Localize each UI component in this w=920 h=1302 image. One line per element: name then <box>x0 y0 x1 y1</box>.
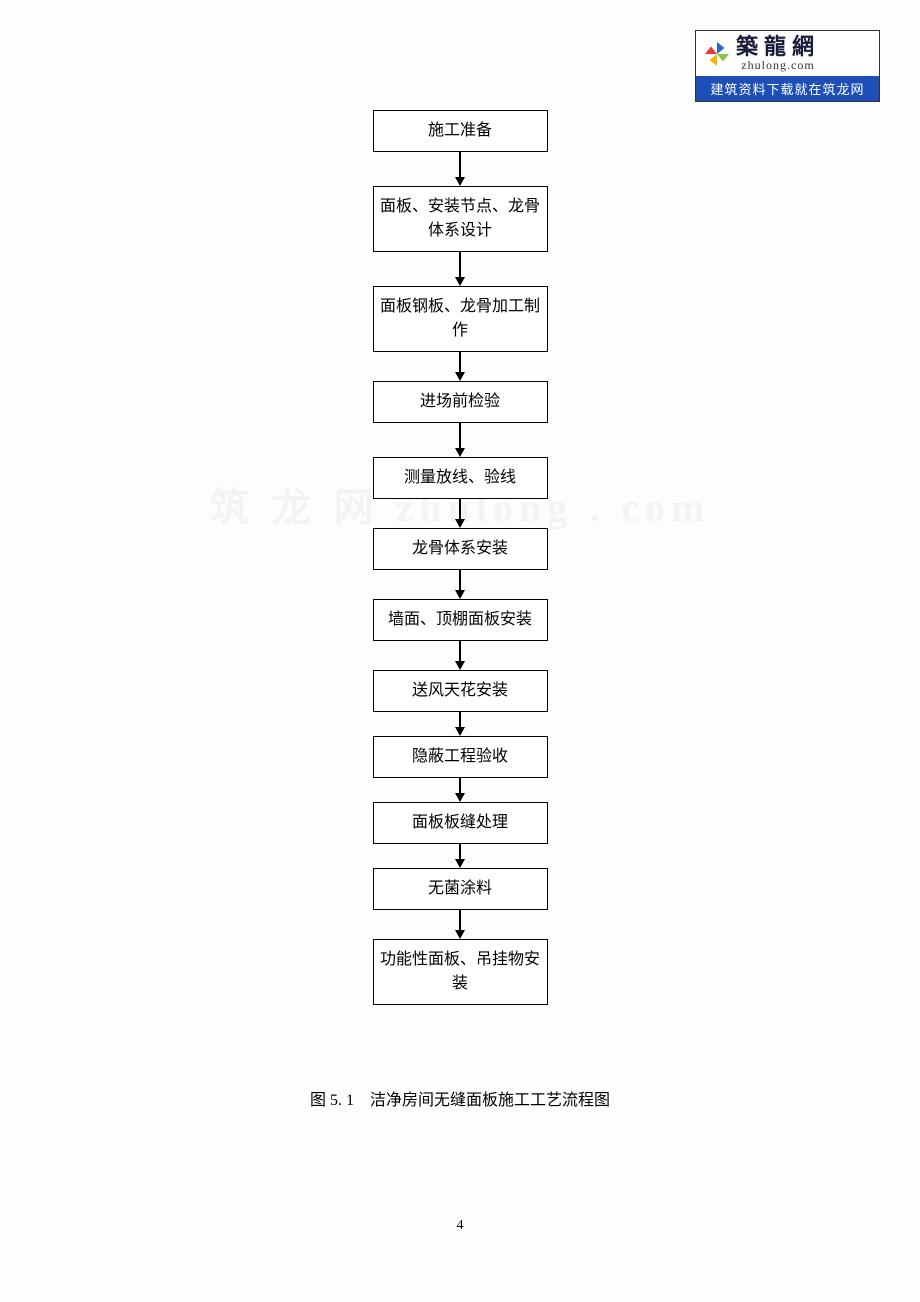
flow-node: 面板、安装节点、龙骨体系设计 <box>373 186 548 252</box>
arrow-down-icon <box>455 499 465 528</box>
arrow-down-icon <box>455 712 465 736</box>
flow-node: 无菌涂料 <box>373 868 548 910</box>
flow-node: 进场前检验 <box>373 381 548 423</box>
pinwheel-icon <box>702 39 732 69</box>
arrow-down-icon <box>455 570 465 599</box>
logo-banner: 建筑资料下载就在筑龙网 <box>696 76 879 101</box>
flow-node: 测量放线、验线 <box>373 457 548 499</box>
arrow-down-icon <box>455 778 465 802</box>
figure-caption: 图 5. 1 洁净房间无缝面板施工工艺流程图 <box>0 1086 920 1110</box>
arrow-down-icon <box>455 844 465 868</box>
flow-node: 龙骨体系安装 <box>373 528 548 570</box>
logo-title: 築龍網 <box>736 35 820 59</box>
arrow-down-icon <box>455 252 465 286</box>
arrow-down-icon <box>455 423 465 457</box>
logo-top-row: 築龍網 zhulong.com <box>696 31 879 76</box>
arrow-down-icon <box>455 910 465 939</box>
flow-node: 功能性面板、吊挂物安装 <box>373 939 548 1005</box>
logo-domain: zhulong.com <box>736 59 820 72</box>
arrow-down-icon <box>455 152 465 186</box>
brand-logo: 築龍網 zhulong.com 建筑资料下载就在筑龙网 <box>695 30 880 102</box>
flow-node: 隐蔽工程验收 <box>373 736 548 778</box>
arrow-down-icon <box>455 352 465 381</box>
flow-node: 送风天花安装 <box>373 670 548 712</box>
arrow-down-icon <box>455 641 465 670</box>
flow-node: 面板钢板、龙骨加工制作 <box>373 286 548 352</box>
flow-node: 施工准备 <box>373 110 548 152</box>
page-number: 4 <box>0 1218 920 1234</box>
logo-text: 築龍網 zhulong.com <box>736 35 820 72</box>
flow-node: 墙面、顶棚面板安装 <box>373 599 548 641</box>
flow-node: 面板板缝处理 <box>373 802 548 844</box>
flowchart: 施工准备 面板、安装节点、龙骨体系设计 面板钢板、龙骨加工制作 进场前检验 测量… <box>0 110 920 1005</box>
